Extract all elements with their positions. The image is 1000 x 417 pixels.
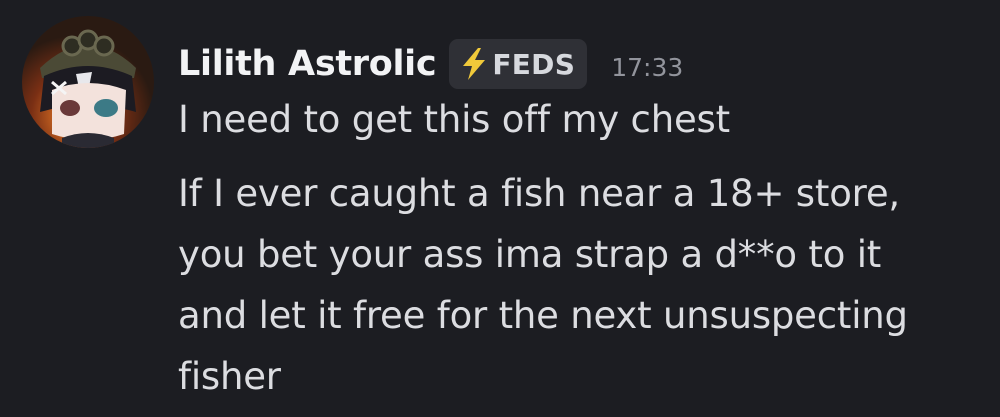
message-text-line: you bet your ass ima strap a d**o to it xyxy=(178,233,882,276)
avatar[interactable] xyxy=(22,16,154,148)
message-text-line: and let it free for the next unsuspectin… xyxy=(178,294,908,337)
server-tag-badge[interactable]: FEDS xyxy=(449,39,588,89)
server-tag-label: FEDS xyxy=(492,47,576,81)
lightning-bolt-icon xyxy=(459,47,489,81)
message-text-line: If I ever caught a fish near a 18+ store… xyxy=(178,172,900,215)
message-text-line: fisher xyxy=(178,355,281,398)
message-timestamp[interactable]: 17:33 xyxy=(611,47,683,82)
message-header: Lilith Astrolic FEDS 17:33 xyxy=(178,34,683,94)
message-text: I need to get this off my chest xyxy=(178,98,730,141)
avatar-image xyxy=(22,16,154,148)
username[interactable]: Lilith Astrolic xyxy=(178,44,437,84)
chat-message: Lilith Astrolic FEDS 17:33 I need to get… xyxy=(0,0,1000,417)
